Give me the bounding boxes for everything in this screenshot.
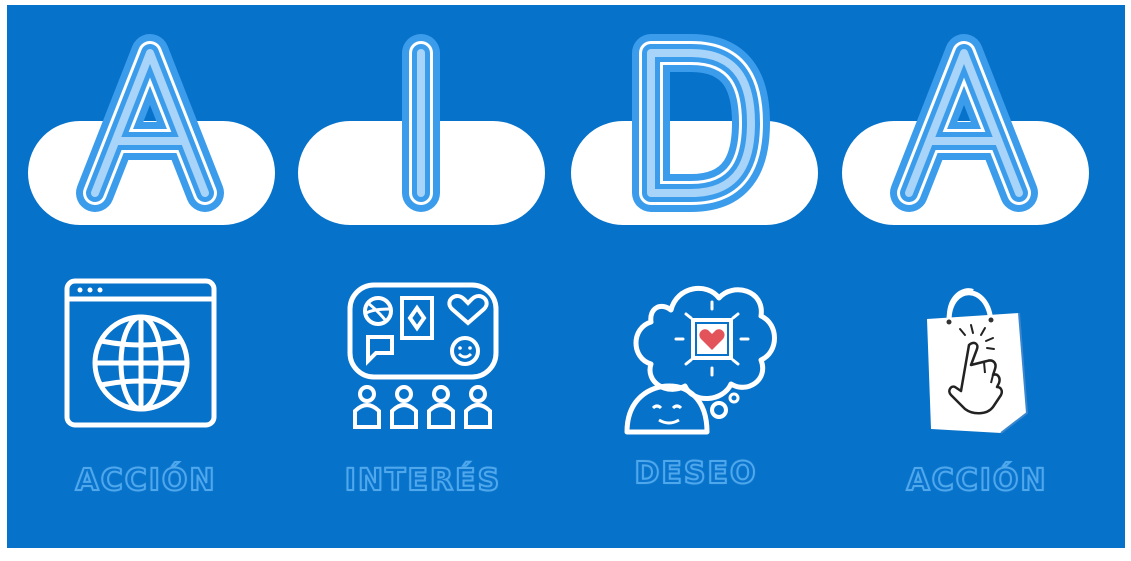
browser-globe-icon bbox=[63, 277, 218, 429]
label-interes: INTERÉS bbox=[344, 462, 502, 499]
label-deseo: DESEO bbox=[634, 455, 758, 492]
letter-a-1: A bbox=[75, 33, 225, 213]
thought-heart-icon bbox=[619, 280, 784, 435]
shopping-bag-tap-icon bbox=[913, 283, 1038, 438]
letter-a-2: A bbox=[889, 33, 1039, 213]
letter-d: D bbox=[621, 33, 771, 213]
letter-i: I bbox=[346, 33, 496, 213]
interests-board-icon bbox=[344, 281, 502, 431]
letter-a-2-text: A bbox=[964, 201, 965, 204]
label-accion-2: ACCIÓN bbox=[905, 462, 1048, 499]
aida-banner: A I D A ACCIÓN INTERÉS DESEO ACCIÓN bbox=[7, 5, 1125, 548]
label-accion-1: ACCIÓN bbox=[74, 462, 217, 499]
letter-a-1-text: A bbox=[150, 201, 151, 204]
